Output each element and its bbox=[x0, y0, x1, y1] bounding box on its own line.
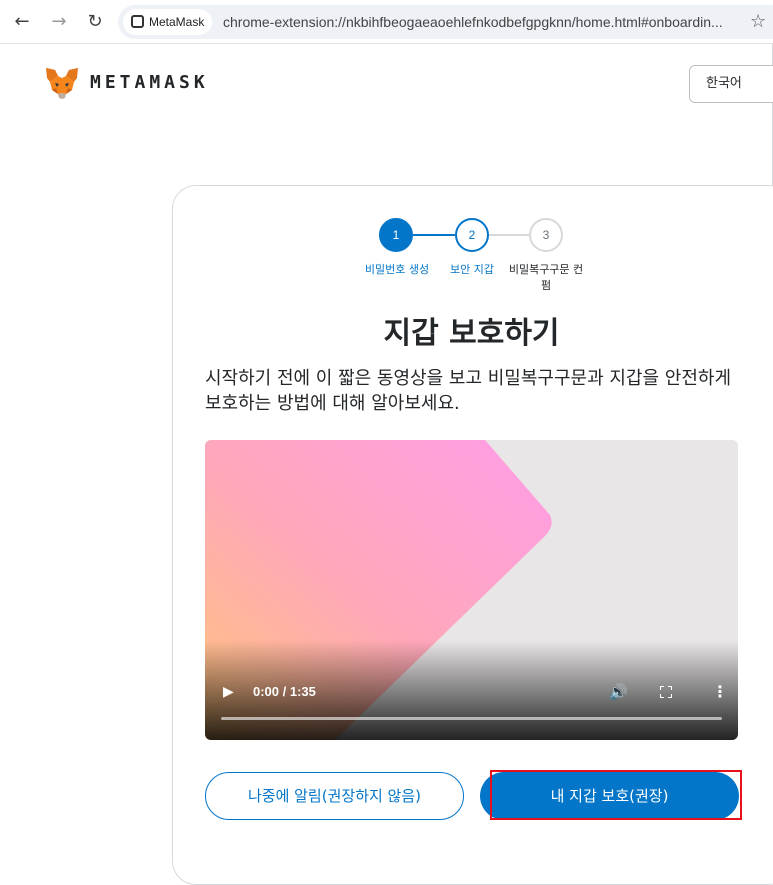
more-options-icon[interactable]: ⋮ bbox=[712, 683, 728, 701]
extension-icon bbox=[131, 15, 144, 28]
url-text[interactable]: chrome-extension://nkbihfbeogaeaoehlefnk… bbox=[223, 5, 743, 39]
step-3-circle: 3 bbox=[529, 218, 563, 252]
step-1-label: 비밀번호 생성 bbox=[364, 263, 430, 276]
play-icon[interactable]: ▶ bbox=[223, 683, 234, 701]
step-1-circle: 1 bbox=[379, 218, 413, 252]
volume-icon[interactable]: 🔊 bbox=[609, 683, 628, 701]
page-description: 시작하기 전에 이 짧은 동영상을 보고 비밀복구구문과 지갑을 안전하게 보호… bbox=[205, 368, 732, 414]
step-2-label: 보안 지갑 bbox=[450, 263, 494, 276]
site-info-chip[interactable]: MetaMask bbox=[123, 9, 213, 35]
language-select[interactable]: 한국어 bbox=[689, 65, 773, 103]
reload-icon[interactable]: ↻ bbox=[83, 10, 107, 34]
stepper-connector-1 bbox=[413, 234, 455, 236]
metamask-fox-icon bbox=[46, 68, 78, 99]
address-bar[interactable]: MetaMask chrome-extension://nkbihfbeogae… bbox=[118, 5, 773, 39]
site-chip-label: MetaMask bbox=[149, 15, 205, 29]
forward-arrow-icon[interactable]: → bbox=[47, 10, 71, 34]
step-3-label: 비밀복구구문 컨펌 bbox=[508, 263, 584, 292]
remind-later-button[interactable]: 나중에 알림(권장하지 않음) bbox=[205, 772, 464, 820]
back-arrow-icon[interactable]: ← bbox=[10, 10, 34, 34]
highlight-annotation bbox=[490, 770, 742, 820]
fullscreen-icon[interactable] bbox=[660, 686, 672, 698]
video-player[interactable]: ▶ 0:00 / 1:35 🔊 ⋮ bbox=[205, 440, 738, 740]
step-2-circle: 2 bbox=[455, 218, 489, 252]
stepper-connector-2 bbox=[489, 234, 529, 236]
metamask-wordmark: METAMASK bbox=[90, 72, 209, 93]
bookmark-star-icon[interactable]: ☆ bbox=[750, 11, 766, 33]
page-title: 지갑 보호하기 bbox=[383, 316, 560, 351]
video-time: 0:00 / 1:35 bbox=[253, 684, 316, 699]
video-progress-bar[interactable] bbox=[221, 717, 722, 720]
browser-toolbar: ← → ↻ MetaMask chrome-extension://nkbihf… bbox=[0, 0, 773, 44]
